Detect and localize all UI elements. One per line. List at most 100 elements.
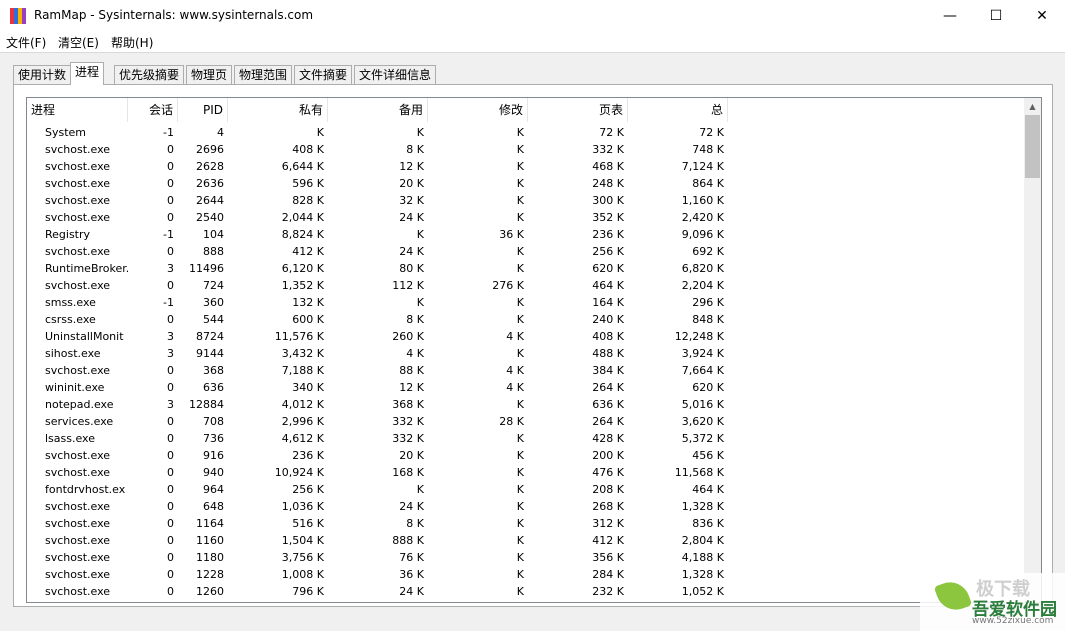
header-col-modified[interactable]: 修改: [428, 98, 528, 122]
col-page-table-cell: 412 K: [592, 534, 624, 547]
col-private-cell: 796 K: [292, 585, 324, 598]
table-row[interactable]: UninstallMonit 3 8724 11,576 K 260 K 4 K 408 K…: [27, 328, 1027, 345]
col-session-cell: 0: [167, 415, 174, 428]
col-pid-cell: 1228: [196, 568, 224, 581]
title-bar: RamMap - Sysinternals: www.sysinternals.…: [0, 0, 1065, 32]
menu-help[interactable]: 帮助(H): [111, 34, 153, 51]
tab-physical-pages[interactable]: 物理页: [186, 65, 233, 84]
table-row[interactable]: svchost.exe 0 1228 1,008 K 36 K K 284 K 1,328 K: [27, 566, 1027, 583]
table-row[interactable]: smss.exe -1 360 132 K K K 164 K 296 K: [27, 294, 1027, 311]
tab-processes[interactable]: 进程: [70, 62, 105, 85]
col-standby-cell: 20 K: [399, 449, 424, 462]
col-modified-cell: K: [516, 143, 524, 156]
header-col-pid[interactable]: PID: [178, 98, 228, 122]
table-row[interactable]: svchost.exe 0 1260 796 K 24 K K 232 K 1,052 K: [27, 583, 1027, 600]
table-row[interactable]: RuntimeBroker. 3 11496 6,120 K 80 K K 620 K 6,8…: [27, 260, 1027, 277]
header-col-private[interactable]: 私有: [228, 98, 328, 122]
tab-file-details[interactable]: 文件详细信息: [354, 65, 437, 84]
col-pid-cell: 2628: [196, 160, 224, 173]
col-session-cell: 0: [167, 143, 174, 156]
table-row[interactable]: svchost.exe 0 1160 1,504 K 888 K K 412 K 2,804 …: [27, 532, 1027, 549]
table-row[interactable]: svchost.exe 0 2696 408 K 8 K K 332 K 748 K: [27, 141, 1027, 158]
menu-file[interactable]: 文件(F): [6, 34, 46, 51]
col-session-cell: 0: [167, 313, 174, 326]
table-row[interactable]: csrss.exe 0 544 600 K 8 K K 240 K 848 K: [27, 311, 1027, 328]
col-page-table-cell: 312 K: [592, 517, 624, 530]
col-total-cell: 1,160 K: [681, 194, 724, 207]
tab-use-counts[interactable]: 使用计数: [13, 65, 72, 84]
tab-file-summary[interactable]: 文件摘要: [294, 65, 353, 84]
col-standby-cell: 368 K: [392, 398, 424, 411]
table-row[interactable]: svchost.exe 0 1164 516 K 8 K K 312 K 836 K: [27, 515, 1027, 532]
window-title: RamMap - Sysinternals: www.sysinternals.…: [34, 8, 314, 22]
tab-priority-summary[interactable]: 优先级摘要: [114, 65, 185, 84]
col-pid-cell: 368: [203, 364, 224, 377]
col-pid-cell: 9144: [196, 347, 224, 360]
table-row[interactable]: svchost.exe 0 2540 2,044 K 24 K K 352 K 2,420 K: [27, 209, 1027, 226]
col-pid-cell: 648: [203, 500, 224, 513]
col-session-cell: 3: [167, 330, 174, 343]
col-standby-cell: 4 K: [406, 347, 424, 360]
tab-physical-ranges[interactable]: 物理范围: [234, 65, 293, 84]
table-row[interactable]: System -1 4 K K K 72 K 72 K: [27, 124, 1027, 141]
col-modified-cell: K: [516, 432, 524, 445]
col-pid-cell: 12884: [189, 398, 224, 411]
table-row[interactable]: svchost.exe 0 1180 3,756 K 76 K K 356 K 4,188 K: [27, 549, 1027, 566]
process-list[interactable]: 进程 会话 PID 私有 备用 修改 页表总 System -1 4 K K K 72 K 72 Ksvc…: [26, 97, 1042, 603]
table-row[interactable]: notepad.exe 3 12884 4,012 K 368 K K 636 K 5,016…: [27, 396, 1027, 413]
col-standby-cell: 36 K: [399, 568, 424, 581]
table-row[interactable]: svchost.exe 0 648 1,036 K 24 K K 268 K 1,328 K: [27, 498, 1027, 515]
table-row[interactable]: sihost.exe 3 9144 3,432 K 4 K K 488 K 3,924 K: [27, 345, 1027, 362]
col-total-cell: 848 K: [692, 313, 724, 326]
table-row[interactable]: svchost.exe 0 2644 828 K 32 K K 300 K 1,160 K: [27, 192, 1027, 209]
col-page-table-cell: 488 K: [592, 347, 624, 360]
header-col-page-table[interactable]: 页表: [528, 98, 628, 122]
col-total-cell: 1,328 K: [681, 568, 724, 581]
vertical-scrollbar[interactable]: ▲: [1024, 98, 1041, 602]
table-row[interactable]: svchost.exe 0 724 1,352 K 112 K 276 K 464 K 2,2…: [27, 277, 1027, 294]
col-standby-cell: K: [416, 126, 424, 139]
col-standby-cell: K: [416, 296, 424, 309]
close-button[interactable]: ✕: [1019, 0, 1065, 32]
minimize-icon: —: [943, 8, 957, 24]
menu-empty[interactable]: 清空(E): [58, 34, 99, 51]
col-standby-cell: 8 K: [406, 313, 424, 326]
maximize-button[interactable]: ☐: [973, 0, 1019, 32]
col-modified-cell: K: [516, 194, 524, 207]
col-modified-cell: K: [516, 296, 524, 309]
table-row[interactable]: svchost.exe 0 2628 6,644 K 12 K K 468 K 7,124 K: [27, 158, 1027, 175]
col-private-cell: 8,824 K: [281, 228, 324, 241]
table-row[interactable]: svchost.exe 0 940 10,924 K 168 K K 476 K 11,568…: [27, 464, 1027, 481]
col-private-cell: K: [316, 126, 324, 139]
table-row[interactable]: svchost.exe 0 888 412 K 24 K K 256 K 692 K: [27, 243, 1027, 260]
header-col-standby[interactable]: 备用: [328, 98, 428, 122]
table-row[interactable]: svchost.exe 0 2636 596 K 20 K K 248 K 864 K: [27, 175, 1027, 192]
minimize-button[interactable]: —: [927, 0, 973, 32]
col-session-cell: -1: [163, 296, 174, 309]
scroll-up-arrow-icon[interactable]: ▲: [1024, 98, 1041, 115]
header-col-process[interactable]: 进程: [27, 98, 128, 122]
table-row[interactable]: fontdrvhost.ex 0 964 256 K K K 208 K 464 K: [27, 481, 1027, 498]
table-row[interactable]: Registry -1 104 8,824 K K 36 K 236 K 9,096 K: [27, 226, 1027, 243]
header-col-session[interactable]: 会话: [128, 98, 178, 122]
col-page-table-cell: 72 K: [599, 126, 624, 139]
table-row[interactable]: lsass.exe 0 736 4,612 K 332 K K 428 K 5,372 K: [27, 430, 1027, 447]
col-total-cell: 11,568 K: [674, 466, 724, 479]
watermark-logo-icon: [933, 576, 973, 616]
table-row[interactable]: svchost.exe 0 916 236 K 20 K K 200 K 456 K: [27, 447, 1027, 464]
table-row[interactable]: svchost.exe 0 368 7,188 K 88 K 4 K 384 K 7,664 …: [27, 362, 1027, 379]
col-pid-cell: 360: [203, 296, 224, 309]
col-page-table-cell: 356 K: [592, 551, 624, 564]
col-session-cell: 0: [167, 364, 174, 377]
col-pid-cell: 724: [203, 279, 224, 292]
col-pid-cell: 1164: [196, 517, 224, 530]
col-pid-cell: 8724: [196, 330, 224, 343]
scrollbar-thumb[interactable]: [1025, 115, 1040, 178]
table-row[interactable]: wininit.exe 0 636 340 K 12 K 4 K 264 K 620 K: [27, 379, 1027, 396]
table-row[interactable]: services.exe 0 708 2,996 K 332 K 28 K 264 K 3,6…: [27, 413, 1027, 430]
col-session-cell: 0: [167, 483, 174, 496]
col-standby-cell: 888 K: [392, 534, 424, 547]
col-modified-cell: 4 K: [506, 330, 524, 343]
header-col-total[interactable]: 总: [628, 98, 728, 122]
col-pid-cell: 104: [203, 228, 224, 241]
